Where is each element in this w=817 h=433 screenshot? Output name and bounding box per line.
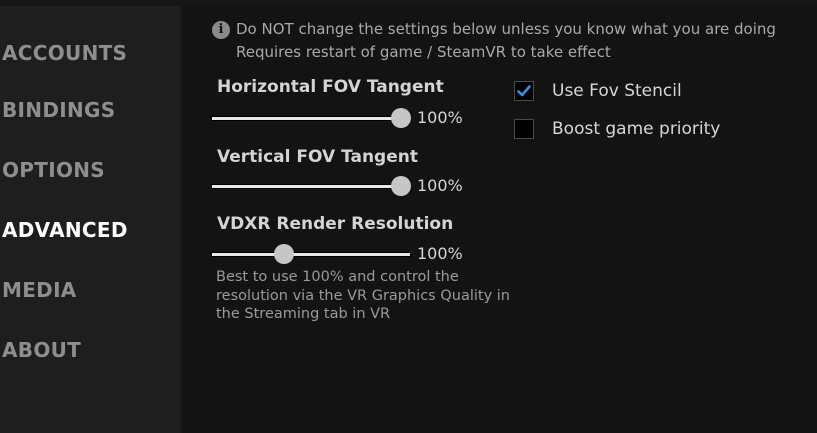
sidebar-item-accounts[interactable]: ACCOUNTS (2, 41, 127, 65)
horizontal-fov-slider[interactable] (211, 108, 411, 128)
slider-thumb[interactable] (391, 176, 411, 196)
checkmark-icon (517, 85, 531, 97)
vertical-fov-slider[interactable] (211, 176, 411, 196)
use-fov-stencil-label: Use Fov Stencil (552, 81, 682, 101)
vertical-fov-label: Vertical FOV Tangent (217, 147, 418, 167)
boost-priority-checkbox[interactable] (514, 119, 534, 139)
advanced-settings-panel: i Do NOT change the settings below unles… (181, 6, 817, 433)
slider-track (211, 252, 411, 257)
sidebar-item-bindings[interactable]: BINDINGS (2, 98, 115, 122)
vertical-fov-value: 100% (417, 176, 463, 195)
sidebar-item-about[interactable]: ABOUT (2, 338, 81, 362)
use-fov-stencil-checkbox[interactable] (514, 81, 534, 101)
render-resolution-value: 100% (417, 244, 463, 263)
render-resolution-slider[interactable] (211, 244, 411, 264)
render-resolution-hint: Best to use 100% and control the resolut… (216, 269, 510, 322)
render-resolution-label: VDXR Render Resolution (217, 214, 454, 234)
slider-track (211, 184, 411, 189)
sidebar: ACCOUNTS BINDINGS OPTIONS ADVANCED MEDIA… (0, 6, 181, 433)
sidebar-item-advanced[interactable]: ADVANCED (2, 218, 128, 242)
notice-warning-text: Do NOT change the settings below unless … (236, 20, 776, 38)
slider-track (211, 116, 411, 121)
slider-thumb[interactable] (391, 108, 411, 128)
boost-priority-label: Boost game priority (552, 119, 721, 139)
sidebar-item-options[interactable]: OPTIONS (2, 158, 105, 182)
slider-thumb[interactable] (274, 244, 294, 264)
notice: i (212, 21, 230, 39)
horizontal-fov-value: 100% (417, 108, 463, 127)
horizontal-fov-label: Horizontal FOV Tangent (217, 77, 444, 97)
use-fov-stencil-checkbox-row[interactable]: Use Fov Stencil (514, 81, 682, 101)
info-icon: i (212, 21, 230, 39)
boost-priority-checkbox-row[interactable]: Boost game priority (514, 119, 720, 139)
sidebar-item-media[interactable]: MEDIA (2, 278, 77, 302)
app-window: ACCOUNTS BINDINGS OPTIONS ADVANCED MEDIA… (0, 0, 817, 433)
notice-restart-text: Requires restart of game / SteamVR to ta… (236, 43, 611, 61)
